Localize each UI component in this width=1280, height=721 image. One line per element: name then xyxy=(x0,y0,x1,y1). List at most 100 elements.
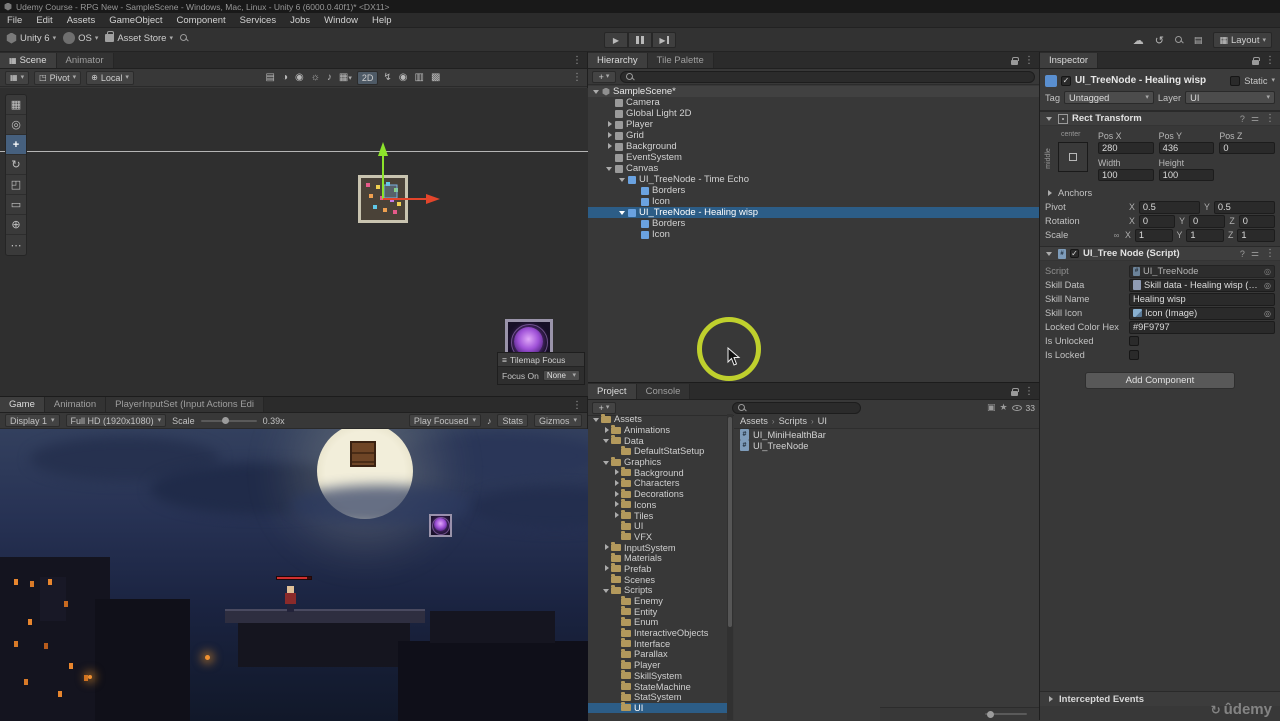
hierarchy-item[interactable]: Background xyxy=(588,141,1039,152)
gizmo-visibility-icon[interactable]: ↯ xyxy=(383,72,391,83)
folder-row[interactable]: Scripts xyxy=(588,584,732,596)
locked-color-field[interactable]: #9F9797 xyxy=(1129,320,1275,334)
foldout-icon[interactable] xyxy=(612,490,621,499)
foldout-icon[interactable] xyxy=(605,131,614,140)
hand-tool-button[interactable]: ◎ xyxy=(6,115,26,135)
folder-row[interactable]: Graphics xyxy=(588,456,732,468)
is-locked-checkbox[interactable] xyxy=(1129,350,1139,360)
scale-slider-thumb[interactable] xyxy=(221,417,229,424)
is-unlocked-checkbox[interactable] xyxy=(1129,336,1139,346)
presets-icon[interactable]: ⚌ xyxy=(1251,248,1259,259)
search-by-type-icon[interactable]: ▣ xyxy=(987,402,996,413)
scene-viewport[interactable]: ▦ ◎ + ↻ ◰ ▭ ⊕ ⋯ ≡ Tilemap Focus Focus On N… xyxy=(0,88,588,396)
rotation-x-field[interactable]: 0 xyxy=(1138,214,1176,228)
hierarchy-item[interactable]: Player xyxy=(588,119,1039,130)
folder-row[interactable]: Materials xyxy=(588,552,732,564)
move-tool-button[interactable]: + xyxy=(6,135,26,155)
scene-lighting-icon[interactable]: ☼ xyxy=(311,72,320,83)
folder-row[interactable]: Prefab xyxy=(588,563,732,575)
folder-row[interactable]: StateMachine xyxy=(588,681,732,692)
gizmos-dropdown[interactable]: Gizmos ▾ xyxy=(533,414,582,427)
skill-name-field[interactable]: Healing wisp xyxy=(1129,292,1275,306)
folder-row[interactable]: Background xyxy=(588,467,732,478)
component-enabled-checkbox[interactable]: ✓ xyxy=(1070,249,1079,258)
stats-button[interactable]: Stats xyxy=(497,414,528,427)
folder-row[interactable]: Characters xyxy=(588,477,732,489)
layout-dropdown[interactable]: ▦ Layout ▾ xyxy=(1213,32,1272,48)
tab-animation[interactable]: Animation xyxy=(44,397,107,412)
folder-row[interactable]: Scenes xyxy=(588,574,732,585)
object-picker-icon[interactable]: ◎ xyxy=(1264,267,1271,276)
layers-icon[interactable]: ▤ xyxy=(1194,35,1203,46)
tab-tile-palette[interactable]: Tile Palette xyxy=(647,53,714,68)
foldout-icon[interactable] xyxy=(612,468,621,477)
save-search-icon[interactable]: ★ xyxy=(999,402,1007,413)
hierarchy-item[interactable]: Icon xyxy=(588,196,1039,207)
more-tools-button[interactable]: ⋯ xyxy=(6,235,26,255)
folder-row[interactable]: Interface xyxy=(588,638,732,649)
help-icon[interactable]: ? xyxy=(1240,249,1245,259)
account-dropdown[interactable]: OS ▾ xyxy=(63,32,98,44)
scene-audio-icon[interactable]: ♪ xyxy=(327,72,332,83)
folder-row[interactable]: Player xyxy=(588,659,732,671)
hierarchy-search-input[interactable] xyxy=(620,70,1035,83)
create-object-button[interactable]: + ▾ xyxy=(592,70,616,83)
static-checkbox[interactable] xyxy=(1230,75,1241,86)
lock-icon[interactable] xyxy=(1252,56,1260,65)
breadcrumb-scripts[interactable]: Scripts xyxy=(779,416,807,426)
foldout-icon[interactable] xyxy=(602,564,611,573)
foldout-icon[interactable] xyxy=(605,164,614,173)
script-object-field[interactable]: # UI_TreeNode ◎ xyxy=(1129,264,1275,278)
breadcrumb-assets[interactable]: Assets xyxy=(740,416,768,426)
tab-game[interactable]: Game xyxy=(0,397,45,412)
rect-transform-header[interactable]: Rect Transform ? ⚌ ⋮ xyxy=(1040,111,1280,126)
menu-gameobject[interactable]: GameObject xyxy=(102,13,169,27)
scale-slider[interactable] xyxy=(200,417,257,424)
foldout-icon[interactable] xyxy=(1045,114,1054,123)
presets-icon[interactable]: ⚌ xyxy=(1251,113,1259,124)
game-panel-menu-icon[interactable]: ⋮ xyxy=(572,400,582,411)
menu-window[interactable]: Window xyxy=(317,13,365,27)
lock-icon[interactable] xyxy=(1011,56,1019,65)
hierarchy-item[interactable]: EventSystem xyxy=(588,152,1039,163)
icon-size-slider-thumb[interactable] xyxy=(987,710,994,718)
asset-file-row[interactable]: # UI_MiniHealthBar xyxy=(734,429,1039,440)
scrollbar-thumb[interactable] xyxy=(728,417,732,627)
folder-row[interactable]: Enum xyxy=(588,616,732,628)
add-component-button[interactable]: Add Component xyxy=(1085,372,1235,389)
focus-on-dropdown[interactable]: None ▾ xyxy=(542,370,580,381)
menu-file[interactable]: File xyxy=(0,13,29,27)
tab-animator[interactable]: Animator xyxy=(56,53,114,68)
scale-tool-button[interactable]: ◰ xyxy=(6,175,26,195)
inspector-menu-icon[interactable]: ⋮ xyxy=(1265,55,1275,66)
game-viewport[interactable] xyxy=(0,429,588,721)
lock-icon[interactable] xyxy=(1011,387,1019,396)
menu-edit[interactable]: Edit xyxy=(29,13,59,27)
menu-assets[interactable]: Assets xyxy=(60,13,103,27)
object-picker-icon[interactable]: ◎ xyxy=(1264,309,1271,318)
hierarchy-item[interactable]: Global Light 2D xyxy=(588,108,1039,119)
display-dropdown[interactable]: Display 1 ▾ xyxy=(5,414,60,427)
foldout-icon[interactable] xyxy=(602,426,611,435)
project-tree-scrollbar[interactable] xyxy=(727,414,733,720)
project-menu-icon[interactable]: ⋮ xyxy=(1024,386,1034,397)
skill-data-object-field[interactable]: Skill data - Healing wisp (Skill ◎ xyxy=(1129,278,1275,292)
pivot-x-field[interactable]: 0.5 xyxy=(1138,200,1200,214)
hierarchy-item[interactable]: Borders xyxy=(588,218,1039,229)
icon-size-slider[interactable] xyxy=(985,710,1027,718)
foldout-icon[interactable] xyxy=(612,500,621,509)
grid-visibility-button[interactable]: ▦ ▾ xyxy=(5,70,30,85)
folder-row[interactable]: Enemy xyxy=(588,595,732,607)
create-asset-button[interactable]: + ▾ xyxy=(592,401,616,414)
component-menu-icon[interactable]: ⋮ xyxy=(1265,113,1275,124)
help-icon[interactable]: ? xyxy=(1240,114,1245,124)
foldout-icon[interactable] xyxy=(602,543,611,552)
pos-z-field[interactable]: 0 xyxy=(1219,142,1276,154)
menu-jobs[interactable]: Jobs xyxy=(283,13,317,27)
foldout-icon[interactable] xyxy=(605,120,614,129)
tab-scene[interactable]: ▦ Scene xyxy=(0,53,57,68)
tab-project[interactable]: Project xyxy=(588,384,637,399)
shaded-mode-icon[interactable]: ▤ xyxy=(266,72,275,83)
folder-row[interactable]: StatSystem xyxy=(588,691,732,703)
foldout-icon[interactable] xyxy=(1045,189,1054,198)
